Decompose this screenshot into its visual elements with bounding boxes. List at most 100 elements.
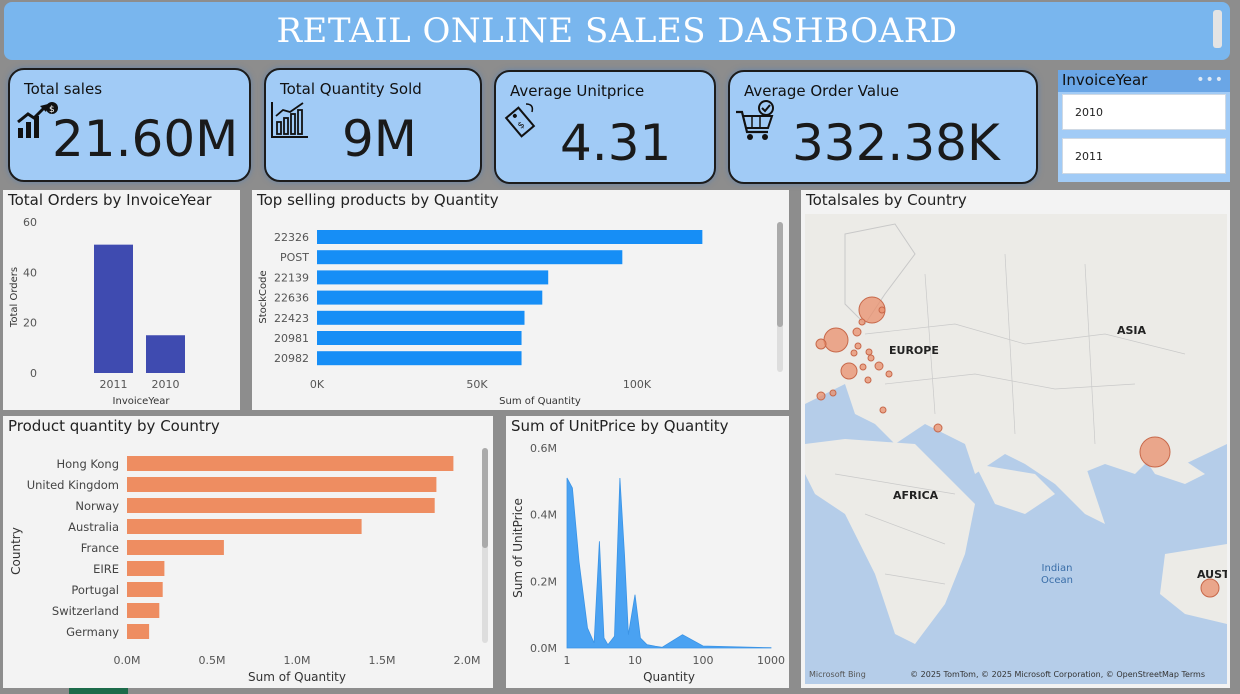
map-label-europe: EUROPE xyxy=(889,344,939,357)
dashboard-header: RETAIL ONLINE SALES DASHBOARD xyxy=(4,2,1230,60)
y-tick-label: Australia xyxy=(68,520,119,534)
orders-by-year-panel: Total Orders by InvoiceYear 0 20 40 60 2011 2… xyxy=(3,190,240,410)
bar xyxy=(317,310,525,325)
country-bubble xyxy=(829,389,837,397)
bar xyxy=(317,290,543,305)
country-bubble xyxy=(850,349,858,357)
y-axis-title: Country xyxy=(9,527,23,575)
x-axis-title: InvoiceYear xyxy=(113,396,171,407)
slicer-title: InvoiceYear xyxy=(1062,71,1148,89)
x-tick-label: 10 xyxy=(628,654,642,667)
top-products-panel: Top selling products by Quantity 22326 PO… xyxy=(252,190,789,410)
country-bubble xyxy=(854,342,862,350)
svg-text:$: $ xyxy=(516,120,527,131)
y-axis-title: Total Orders xyxy=(9,267,20,328)
y-tick-label: 20981 xyxy=(274,332,309,345)
x-tick-label: 0.5M xyxy=(199,654,226,667)
more-options-icon[interactable]: ••• xyxy=(1196,70,1224,90)
invoice-year-slicer: InvoiceYear ••• 2010 2011 xyxy=(1058,70,1230,182)
y-tick-label: 0.6M xyxy=(530,442,557,455)
y-tick-label: France xyxy=(81,541,119,555)
bar xyxy=(317,230,703,244)
x-axis-title: Quantity xyxy=(643,670,695,684)
x-tick-label: 100 xyxy=(693,654,714,667)
kpi-value: 9M xyxy=(342,110,417,168)
x-tick-label: 1.0M xyxy=(284,654,311,667)
y-tick-label: United Kingdom xyxy=(27,478,119,492)
y-tick-label: Germany xyxy=(66,625,119,639)
y-tick-label: EIRE xyxy=(93,562,119,576)
country-bubble xyxy=(859,363,867,371)
x-tick-label: 0.0M xyxy=(114,654,141,667)
x-tick-label: 100K xyxy=(623,378,652,391)
kpi-total-quantity: Total Quantity Sold 9M xyxy=(264,68,482,182)
y-tick-label: 60 xyxy=(23,216,37,229)
slicer-option-2010[interactable]: 2010 xyxy=(1062,94,1226,130)
slicer-option-2011[interactable]: 2011 xyxy=(1062,138,1226,174)
x-axis-title: Sum of Quantity xyxy=(248,670,346,684)
bar-chart-icon xyxy=(271,102,308,138)
x-tick-label: 2011 xyxy=(100,378,128,391)
orders-by-year-chart[interactable]: 0 20 40 60 2011 2010 InvoiceYear Total Orders xyxy=(3,190,240,410)
bar xyxy=(127,561,165,576)
top-products-chart[interactable]: 22326 POST 22139 22636 22423 20981 209820K 50K 1… xyxy=(252,190,789,410)
y-axis-title: StockCode xyxy=(258,270,269,323)
bar xyxy=(127,456,454,471)
y-tick-label: 0 xyxy=(30,367,37,380)
dashboard-title: RETAIL ONLINE SALES DASHBOARD xyxy=(276,11,958,51)
y-tick-label: 20982 xyxy=(274,352,309,365)
country-bubble xyxy=(840,362,858,380)
y-tick-label: POST xyxy=(280,251,309,264)
y-tick-label: 22423 xyxy=(274,312,309,325)
y-tick-label: 22326 xyxy=(274,231,309,244)
map-label-indian-ocean: Indian Ocean xyxy=(1041,563,1073,586)
qty-by-country-chart[interactable]: Hong Kong United Kingdom Norway Australia Fr… xyxy=(3,416,493,688)
country-bubble xyxy=(815,338,827,350)
bar xyxy=(94,244,133,373)
x-tick-label: 1 xyxy=(564,654,571,667)
kpi-value: 4.31 xyxy=(560,114,672,172)
country-bubble xyxy=(823,327,849,353)
country-bubble xyxy=(816,391,826,401)
unitprice-by-qty-chart[interactable]: 0.0M 0.2M 0.4M 0.6M 1 10 100 1000 Quantity Sum of… xyxy=(506,416,789,688)
sales-map[interactable]: EUROPE ASIA AFRICA AUSTI Indian Ocean Mi… xyxy=(805,214,1227,684)
kpi-total-sales: Total sales $ 21.60M xyxy=(8,68,251,182)
kpi-label: Total sales xyxy=(24,80,103,98)
bar xyxy=(127,582,163,597)
country-bubble xyxy=(858,318,866,326)
x-tick-label: 1.5M xyxy=(369,654,396,667)
scrollbar-thumb xyxy=(777,222,783,327)
map-label-africa: AFRICA xyxy=(893,489,939,502)
country-bubble xyxy=(1200,578,1220,598)
scrollbar-thumb xyxy=(482,448,488,548)
price-tag-icon: $ xyxy=(504,103,536,138)
header-scrollbar[interactable] xyxy=(1213,10,1222,48)
unitprice-by-qty-panel: Sum of UnitPrice by Quantity 0.0M 0.2M 0.4… xyxy=(506,416,789,688)
page-tab[interactable] xyxy=(69,688,128,694)
kpi-value: 21.60M xyxy=(52,110,239,168)
map-label-australia: AUSTI xyxy=(1197,568,1227,581)
bar xyxy=(317,250,623,265)
y-tick-label: Norway xyxy=(75,499,119,513)
bar xyxy=(146,335,185,373)
y-tick-label: Switzerland xyxy=(52,604,119,618)
bar xyxy=(127,624,150,639)
bar xyxy=(127,540,224,555)
x-tick-label: 2010 xyxy=(152,378,180,391)
kpi-label: Average Order Value xyxy=(744,82,899,100)
y-tick-label: 20 xyxy=(23,317,37,330)
bar xyxy=(317,331,522,345)
country-bubble xyxy=(865,348,873,356)
y-tick-label: Portugal xyxy=(71,583,119,597)
y-tick-label: 0.0M xyxy=(530,642,557,655)
kpi-label: Total Quantity Sold xyxy=(280,80,422,98)
country-bubble xyxy=(933,423,943,433)
x-axis-title: Sum of Quantity xyxy=(499,396,581,407)
x-tick-label: 1000 xyxy=(757,654,785,667)
map-credit[interactable]: © 2025 TomTom, © 2025 Microsoft Corporat… xyxy=(910,670,1205,679)
y-tick-label: 0.2M xyxy=(530,575,557,588)
y-tick-label: 0.4M xyxy=(530,509,557,522)
y-tick-label: 22139 xyxy=(274,271,309,284)
bar xyxy=(127,498,435,513)
map-label-asia: ASIA xyxy=(1117,324,1147,337)
